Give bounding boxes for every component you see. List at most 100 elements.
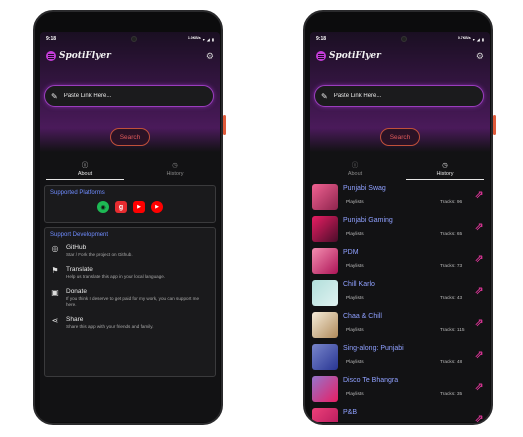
playlist-thumbnail — [312, 312, 338, 338]
playlist-thumbnail — [312, 280, 338, 306]
translate-item[interactable]: ⚑ Translate Help us translate this app i… — [45, 262, 215, 284]
search-button[interactable]: Search — [380, 128, 420, 146]
tab-history[interactable]: ◷ History — [400, 158, 490, 180]
tab-bar: ⓘ About ◷ History — [310, 158, 490, 180]
tab-about[interactable]: ⓘ About — [310, 158, 400, 180]
github-item[interactable]: ◎ GitHub Star / Fork the project on Gith… — [45, 240, 215, 262]
open-external-icon[interactable]: ⇗ — [473, 349, 485, 361]
github-icon: ◎ — [51, 244, 59, 253]
tab-about-label: About — [347, 170, 363, 177]
tab-history-label: History — [436, 170, 454, 177]
status-bar: 9:18 0.7KB/s ▾ ◢ ▮ — [310, 32, 490, 46]
donate-desc: If you think I deserve to get paid for m… — [66, 296, 200, 307]
info-icon: ⓘ — [351, 161, 359, 169]
flag-icon: ⚑ — [51, 266, 59, 275]
tab-about[interactable]: ⓘ About — [40, 158, 130, 180]
tab-about-label: About — [77, 170, 93, 177]
playlist-tracks: Tracks: 96 — [440, 200, 463, 205]
wifi-icon: ▾ — [202, 36, 205, 42]
playlist-title: Disco Te Bhangra — [343, 377, 399, 384]
playlist-type: Playlists — [346, 360, 364, 365]
gift-icon: ▣ — [51, 288, 59, 297]
signal-icon: ◢ — [206, 36, 210, 42]
app-name: SpotiFlyer — [329, 51, 381, 61]
history-row[interactable]: P&B ⇗ — [310, 406, 490, 422]
phone-about: 9:18 1.0KB/s ▾ ◢ ▮ SpotiFlyer ⚙ ✎ S — [33, 10, 223, 425]
playlist-type: Playlists — [346, 232, 364, 237]
playlist-title: Chill Karlo — [343, 281, 375, 288]
youtube-music-icon[interactable]: ▶ — [151, 201, 163, 213]
power-button-left — [223, 115, 226, 135]
history-row[interactable]: Punjabi Swag Playlists Tracks: 96 ⇗ — [310, 182, 490, 214]
share-label: Share — [66, 316, 84, 323]
status-icons: 0.7KB/s ▾ ◢ ▮ — [458, 37, 484, 42]
brand: SpotiFlyer — [316, 51, 381, 61]
translate-desc: Help us translate this app in your local… — [66, 274, 166, 279]
settings-gear-icon[interactable]: ⚙ — [206, 51, 214, 61]
link-input[interactable] — [333, 93, 474, 99]
tab-history[interactable]: ◷ History — [130, 158, 220, 180]
info-icon: ⓘ — [81, 161, 89, 169]
link-input-box[interactable]: ✎ — [314, 85, 484, 107]
playlist-tracks: Tracks: 43 — [440, 296, 463, 301]
playlist-thumbnail — [312, 344, 338, 370]
open-external-icon[interactable]: ⇗ — [473, 253, 485, 265]
playlist-thumbnail — [312, 216, 338, 242]
search-button[interactable]: Search — [110, 128, 150, 146]
playlist-tracks: Tracks: 35 — [440, 392, 463, 397]
playlist-thumbnail — [312, 184, 338, 210]
settings-gear-icon[interactable]: ⚙ — [476, 51, 484, 61]
history-row[interactable]: Chaa & Chill Playlists Tracks: 115 ⇗ — [310, 310, 490, 342]
spotiflyer-logo-icon — [46, 51, 56, 61]
supported-platforms-title: Supported Platforms — [50, 190, 105, 196]
support-development-title: Support Development — [50, 232, 109, 238]
share-desc: Share this app with your friends and fam… — [66, 324, 154, 329]
donate-item[interactable]: ▣ Donate If you think I deserve to get p… — [45, 284, 215, 312]
status-time: 9:18 — [46, 36, 57, 42]
github-label: GitHub — [66, 244, 87, 251]
playlist-tracks: Tracks: 73 — [440, 264, 463, 269]
app-bar: SpotiFlyer ⚙ — [46, 48, 214, 64]
history-row[interactable]: Chill Karlo Playlists Tracks: 43 ⇗ — [310, 278, 490, 310]
translate-label: Translate — [66, 266, 93, 273]
playlist-thumbnail — [312, 376, 338, 402]
link-input-box[interactable]: ✎ — [44, 85, 214, 107]
history-icon: ◷ — [442, 161, 448, 169]
history-row[interactable]: Disco Te Bhangra Playlists Tracks: 35 ⇗ — [310, 374, 490, 406]
signal-icon: ◢ — [476, 36, 480, 42]
pencil-icon: ✎ — [51, 91, 58, 101]
history-row[interactable]: Punjabi Gaming Playlists Tracks: 65 ⇗ — [310, 214, 490, 246]
youtube-icon[interactable]: ▶ — [133, 201, 145, 213]
screen-about: 9:18 1.0KB/s ▾ ◢ ▮ SpotiFlyer ⚙ ✎ S — [40, 32, 220, 422]
history-icon: ◷ — [172, 161, 178, 169]
playlist-type: Playlists — [346, 200, 364, 205]
open-external-icon[interactable]: ⇗ — [473, 317, 485, 329]
playlist-thumbnail — [312, 248, 338, 274]
gaana-icon[interactable]: g — [115, 201, 127, 213]
playlist-title: Punjabi Gaming — [343, 217, 393, 224]
status-bar: 9:18 1.0KB/s ▾ ◢ ▮ — [40, 32, 220, 46]
open-external-icon[interactable]: ⇗ — [473, 189, 485, 201]
open-external-icon[interactable]: ⇗ — [473, 285, 485, 297]
open-external-icon[interactable]: ⇗ — [473, 413, 485, 422]
brand: SpotiFlyer — [46, 51, 111, 61]
spotify-icon[interactable]: ◉ — [97, 201, 109, 213]
open-external-icon[interactable]: ⇗ — [473, 221, 485, 233]
playlist-tracks: Tracks: 115 — [440, 328, 465, 333]
playlist-title: Sing-along: Punjabi — [343, 345, 404, 352]
open-external-icon[interactable]: ⇗ — [473, 381, 485, 393]
tab-bar: ⓘ About ◷ History — [40, 158, 220, 180]
link-input[interactable] — [63, 93, 204, 99]
wifi-icon: ▾ — [472, 36, 475, 42]
spotiflyer-logo-icon — [316, 51, 326, 61]
history-row[interactable]: PDM Playlists Tracks: 73 ⇗ — [310, 246, 490, 278]
playlist-type: Playlists — [346, 392, 364, 397]
status-icons: 1.0KB/s ▾ ◢ ▮ — [188, 37, 214, 42]
history-row[interactable]: Sing-along: Punjabi Playlists Tracks: 48… — [310, 342, 490, 374]
playlist-tracks: Tracks: 65 — [440, 232, 463, 237]
share-icon: ⋖ — [51, 316, 59, 325]
screen-history: 9:18 0.7KB/s ▾ ◢ ▮ SpotiFlyer ⚙ ✎ S — [310, 32, 490, 422]
share-item[interactable]: ⋖ Share Share this app with your friends… — [45, 312, 215, 334]
playlist-type: Playlists — [346, 328, 364, 333]
app-name: SpotiFlyer — [59, 51, 111, 61]
